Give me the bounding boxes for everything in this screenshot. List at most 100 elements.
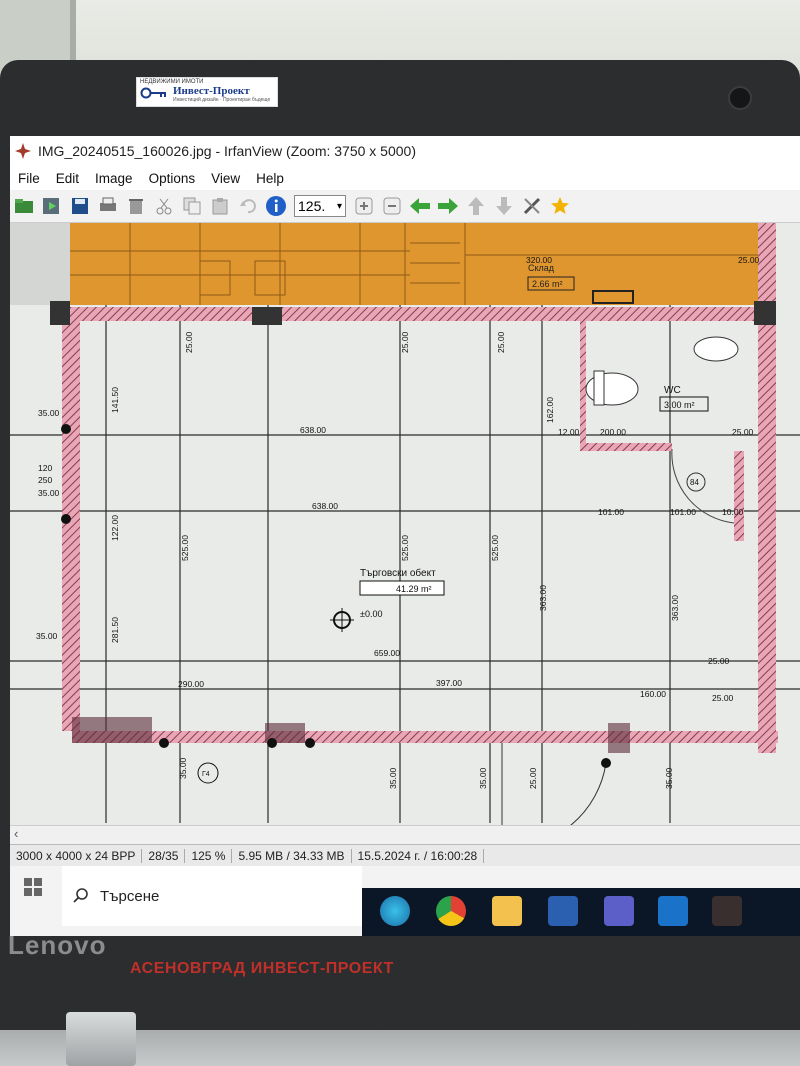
zoom-in-icon[interactable]: [353, 195, 375, 217]
tools-icon[interactable]: [521, 195, 543, 217]
toolbar: 125. ▾: [10, 190, 800, 223]
windows-start-icon[interactable]: [24, 878, 42, 896]
copy-icon[interactable]: [181, 195, 203, 217]
dim-label: 122.00: [110, 515, 120, 541]
teams-icon[interactable]: [604, 896, 634, 926]
watermark-text: АСЕНОВГРАД ИНВЕСТ-ПРОЕКТ: [130, 960, 394, 977]
image-canvas[interactable]: Склад 2.66 m² WC 3.00 m² 84 Търговски об…: [10, 223, 800, 825]
dim-label: 25.00: [712, 693, 734, 703]
taskbar-apps: [362, 888, 800, 936]
up-arrow-icon[interactable]: [465, 195, 487, 217]
dim-label: 35.00: [178, 757, 188, 779]
delete-icon[interactable]: [125, 195, 147, 217]
status-dimensions: 3000 x 4000 x 24 BPP: [10, 849, 143, 863]
dim-label: 250: [38, 475, 52, 485]
dim-label: 35.00: [38, 488, 60, 498]
taskbar-search[interactable]: Търсене: [62, 866, 362, 926]
dim-label: 397.00: [436, 678, 462, 688]
main-room-label: Търговски обект: [360, 567, 436, 579]
level-mark: ±0.00: [360, 609, 382, 619]
save-icon[interactable]: [69, 195, 91, 217]
file-explorer-icon[interactable]: [492, 896, 522, 926]
zoom-out-icon[interactable]: [381, 195, 403, 217]
outlook-icon[interactable]: [658, 896, 688, 926]
previous-arrow-icon[interactable]: [409, 195, 431, 217]
down-arrow-icon[interactable]: [493, 195, 515, 217]
sticker-brand: Инвест-Проект: [173, 85, 250, 97]
lenovo-logo: Lenovo: [8, 930, 107, 960]
dim-label: 10.00: [722, 507, 744, 517]
open-folder-icon[interactable]: [13, 195, 35, 217]
status-zoom: 125 %: [185, 849, 233, 863]
dim-label: 12.00: [558, 427, 580, 437]
window-tag: Г4: [202, 771, 210, 778]
wc-area-label: 3.00 m²: [664, 400, 695, 410]
favorites-star-icon[interactable]: [549, 195, 571, 217]
storage-area-label: 2.66 m²: [532, 279, 563, 289]
dim-label: 363.00: [670, 595, 680, 621]
search-icon: [73, 888, 88, 903]
floor-plan-image: Склад 2.66 m² WC 3.00 m² 84 Търговски об…: [10, 223, 800, 825]
dim-label: 290.00: [178, 679, 204, 689]
word-icon[interactable]: [548, 896, 578, 926]
chevron-down-icon: ▾: [336, 200, 342, 212]
menu-options[interactable]: Options: [149, 171, 196, 186]
title-bar: IMG_20240515_160026.jpg - IrfanView (Zoo…: [10, 136, 800, 166]
dim-label: 120: [38, 463, 52, 473]
dim-label: 101.00: [670, 507, 696, 517]
wc-room-label: WC: [664, 385, 681, 396]
scroll-left-icon[interactable]: ‹: [14, 826, 18, 841]
dim-label: 141.50: [110, 387, 120, 413]
dim-label: 160.00: [640, 689, 666, 699]
undo-icon[interactable]: [237, 195, 259, 217]
menu-file[interactable]: File: [18, 171, 40, 186]
dim-label: 638.00: [312, 501, 338, 511]
next-arrow-icon[interactable]: [437, 195, 459, 217]
status-index: 28/35: [142, 849, 186, 863]
dim-label: 320.00: [526, 255, 552, 265]
dim-label: 35.00: [478, 767, 488, 789]
info-icon[interactable]: [265, 195, 287, 217]
key-logo-icon: [140, 87, 166, 99]
dim-label: 25.00: [400, 331, 410, 353]
search-placeholder: Търсене: [100, 887, 160, 905]
dim-label: 200.00: [600, 427, 626, 437]
realty-logo-sticker: НЕДВИЖИМИ ИМОТИ Инвест-Проект Инвестиций…: [136, 77, 278, 107]
status-datetime: 15.5.2024 г. / 16:00:28: [352, 849, 485, 863]
laptop-hinge: [66, 1012, 136, 1066]
slideshow-icon[interactable]: [41, 195, 63, 217]
dim-label: 525.00: [490, 535, 500, 561]
dim-label: 25.00: [496, 331, 506, 353]
dim-label: 525.00: [400, 535, 410, 561]
menu-image[interactable]: Image: [95, 171, 133, 186]
zoom-value: 125.: [298, 198, 326, 214]
webcam: [728, 86, 752, 110]
dim-label: 25.00: [738, 255, 760, 265]
menu-help[interactable]: Help: [256, 171, 284, 186]
dim-label: 281.50: [110, 617, 120, 643]
zoom-combobox[interactable]: 125. ▾: [294, 195, 346, 217]
dim-label: 363.00: [538, 585, 548, 611]
laptop-screen: IMG_20240515_160026.jpg - IrfanView (Zoo…: [10, 136, 800, 936]
print-icon[interactable]: [97, 195, 119, 217]
edge-icon[interactable]: [380, 896, 410, 926]
menu-edit[interactable]: Edit: [56, 171, 79, 186]
menu-view[interactable]: View: [211, 171, 240, 186]
status-bar: 3000 x 4000 x 24 BPP 28/35 125 % 5.95 MB…: [10, 844, 800, 867]
status-filesize: 5.95 MB / 34.33 MB: [232, 849, 352, 863]
paste-icon[interactable]: [209, 195, 231, 217]
sticker-subtitle: Инвестиций дизайн · Проектиран бъдеще: [173, 97, 271, 103]
irfanview-taskbar-icon[interactable]: [712, 896, 742, 926]
dim-label: 35.00: [664, 767, 674, 789]
dim-label: 35.00: [38, 408, 60, 418]
dim-label: 25.00: [708, 656, 730, 666]
main-room-area-label: 41.29 m²: [396, 584, 432, 594]
dim-label: 101.00: [598, 507, 624, 517]
horizontal-scrollbar[interactable]: ‹: [10, 825, 800, 845]
cut-icon[interactable]: [153, 195, 175, 217]
chrome-icon[interactable]: [436, 896, 466, 926]
dim-label: 638.00: [300, 425, 326, 435]
dim-label: 659.00: [374, 648, 400, 658]
windows-taskbar: Търсене: [10, 866, 800, 936]
dim-label: 25.00: [732, 427, 754, 437]
